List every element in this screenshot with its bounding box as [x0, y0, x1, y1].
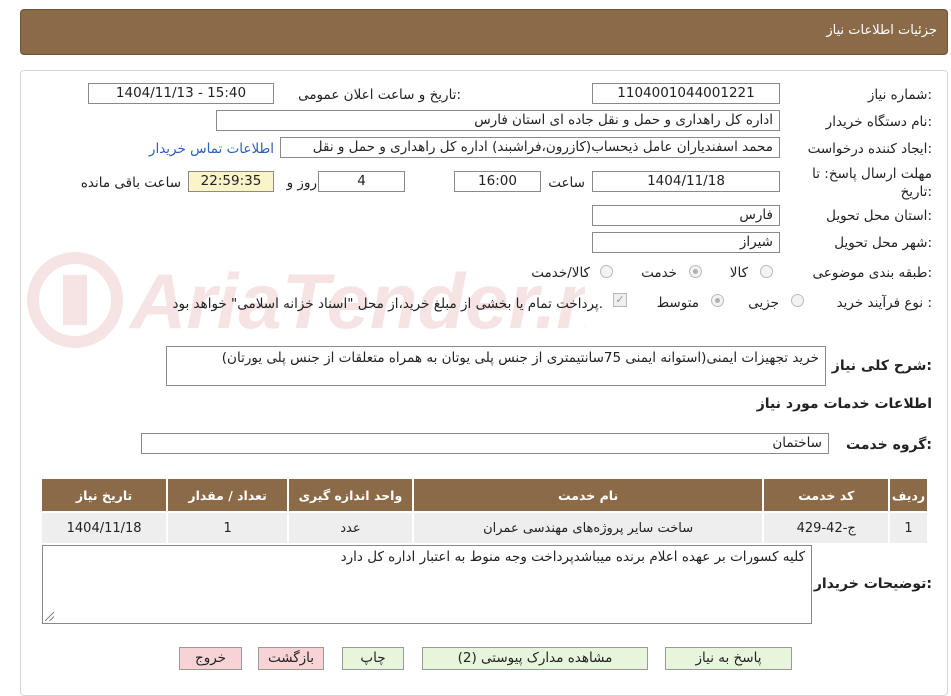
category-radio-service[interactable] — [689, 265, 702, 278]
cell-row: 1 — [888, 511, 929, 545]
treasury-payment-checkbox[interactable]: ✓ — [613, 293, 627, 307]
services-table: تاریخ نیاز تعداد / مقدار واحد اندازه گیر… — [39, 477, 929, 545]
service-group-field: ساختمان — [141, 433, 829, 454]
process-option-medium: متوسط — [656, 295, 699, 311]
category-option-goods-service: کالا/خدمت — [531, 265, 590, 281]
city-label: شهر محل تحویل: — [834, 235, 932, 251]
col-need-date: تاریخ نیاز — [39, 477, 169, 513]
requester-label: ایجاد کننده درخواست: — [807, 141, 932, 157]
remaining-time-field: 22:59:35 — [188, 171, 274, 192]
process-radio-minor[interactable] — [791, 294, 804, 307]
city-field: شیراز — [592, 232, 780, 253]
buyer-org-field: اداره کل راهداری و حمل و نقل جاده ای است… — [216, 110, 780, 131]
process-option-minor: جزیی — [748, 295, 779, 311]
resize-grip-icon[interactable] — [45, 612, 54, 621]
page-title: جزئیات اطلاعات نیاز — [826, 23, 937, 38]
province-label: استان محل تحویل: — [826, 208, 932, 224]
announce-label: تاریخ و ساعت اعلان عمومی: — [298, 87, 461, 103]
cell-service-name: ساخت سایر پروژه‌های مهندسی عمران — [411, 511, 765, 545]
col-service-name: نام خدمت — [411, 477, 765, 513]
category-radio-goods-service[interactable] — [600, 265, 613, 278]
need-number-field: 1104001044001221 — [592, 83, 780, 104]
cell-service-code: ج-42-429 — [762, 511, 891, 545]
back-button[interactable]: بازگشت — [258, 647, 324, 670]
need-summary-field: خرید تجهیزات ایمنی(استوانه ایمنی 75سانتی… — [166, 346, 826, 386]
process-label: نوع فرآیند خرید : — [836, 295, 932, 311]
announce-datetime-field: 1404/11/13 - 15:40 — [88, 83, 274, 104]
buyer-notes-text: کلیه کسورات بر عهده اعلام برنده میباشدپر… — [340, 549, 805, 565]
category-option-service: خدمت — [641, 265, 677, 281]
deadline-label-line2: تاریخ: — [900, 184, 932, 200]
view-attachments-button[interactable]: مشاهده مدارک پیوستی (2) — [422, 647, 648, 670]
reply-to-need-button[interactable]: پاسخ به نیاز — [665, 647, 792, 670]
deadline-label-line1: مهلت ارسال پاسخ: تا — [812, 166, 932, 182]
exit-button[interactable]: خروج — [179, 647, 242, 670]
category-option-goods: کالا — [729, 265, 748, 281]
cell-unit: عدد — [287, 511, 414, 545]
category-label: طبقه بندی موضوعی: — [812, 265, 932, 281]
buyer-notes-label: توضیحات خریدار: — [813, 576, 932, 592]
days-label: روز و — [286, 175, 317, 191]
deadline-date-field: 1404/11/18 — [592, 171, 780, 192]
col-row: ردیف — [888, 477, 929, 513]
need-summary-label: شرح کلی نیاز: — [831, 358, 932, 374]
process-radio-medium[interactable] — [711, 294, 724, 307]
table-row: 1404/11/18 1 عدد ساخت سایر پروژه‌های مهن… — [39, 511, 929, 545]
deadline-time-field: 16:00 — [454, 171, 541, 192]
service-group-label: گروه خدمت: — [846, 437, 932, 453]
category-radio-goods[interactable] — [760, 265, 773, 278]
cell-quantity: 1 — [166, 511, 290, 545]
remaining-time-label: ساعت باقی مانده — [80, 175, 181, 191]
days-remaining-field: 4 — [318, 171, 405, 192]
print-button[interactable]: چاپ — [342, 647, 404, 670]
deadline-time-label: ساعت — [548, 175, 585, 191]
page-header: جزئیات اطلاعات نیاز — [20, 9, 948, 55]
cell-need-date: 1404/11/18 — [39, 511, 169, 545]
buyer-contact-link[interactable]: اطلاعات تماس خریدار — [149, 141, 274, 157]
services-section-title: اطلاعات خدمات مورد نیاز — [756, 396, 932, 412]
buyer-org-label: نام دستگاه خریدار: — [825, 114, 932, 130]
buyer-notes-textarea[interactable]: کلیه کسورات بر عهده اعلام برنده میباشدپر… — [42, 545, 812, 624]
table-header-row: تاریخ نیاز تعداد / مقدار واحد اندازه گیر… — [39, 477, 929, 513]
col-service-code: کد خدمت — [762, 477, 891, 513]
col-unit: واحد اندازه گیری — [287, 477, 414, 513]
need-number-label: شماره نیاز: — [867, 87, 932, 103]
province-field: فارس — [592, 205, 780, 226]
col-quantity: تعداد / مقدار — [166, 477, 290, 513]
requester-field: محمد اسفندیاران عامل ذیحساب(کازرون،فراشب… — [280, 137, 780, 158]
treasury-payment-note: پرداخت تمام یا بخشی از مبلغ خرید،از محل … — [172, 296, 603, 312]
